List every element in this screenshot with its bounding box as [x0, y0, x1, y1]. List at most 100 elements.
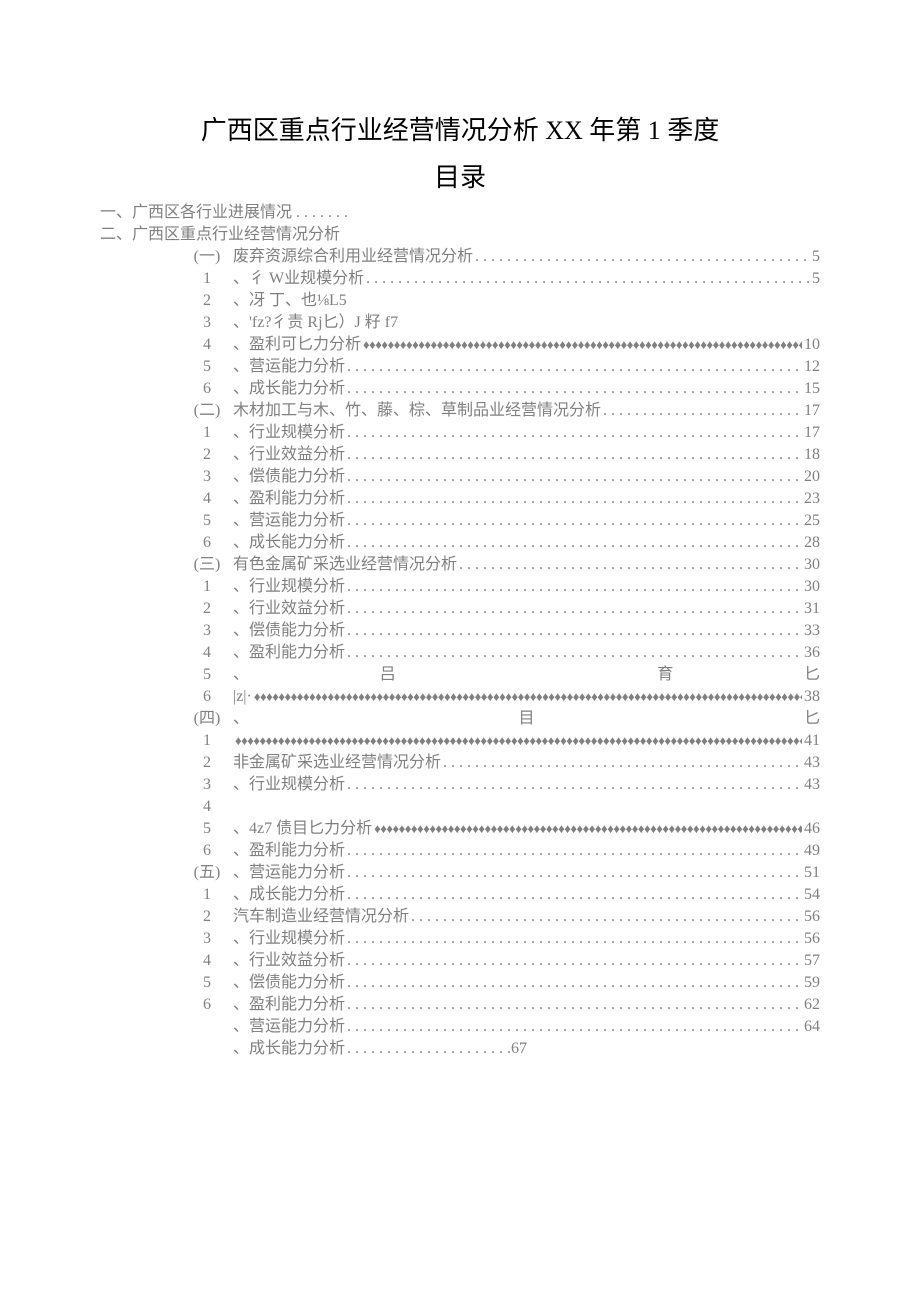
toc-row: (五)、营运能力分析. . . . . . . . . . . . . . . …: [100, 862, 820, 884]
toc-page-number: 56: [802, 928, 820, 950]
toc-entry-label: 行业规模分析: [249, 776, 345, 793]
toc-row: 3、'fz?彳责 Rj匕）J 籽 f7: [100, 312, 820, 334]
toc-entry-label: 营运能力分析: [249, 1018, 345, 1035]
toc-entry-prefix: 、: [233, 1040, 249, 1057]
toc-entry-text: 、4z7 债目匕力分析: [233, 818, 374, 840]
toc-leader-dots: . . . . . . . . . . . . . . . . . . . . …: [347, 620, 802, 642]
toc-entry-prefix: 、: [233, 974, 249, 991]
toc-entry-prefix: 、: [233, 930, 249, 947]
toc-entry-prefix: 、: [233, 842, 249, 859]
toc-entry-text: 、行业效益分析: [233, 598, 347, 620]
toc-marker: 2: [185, 290, 233, 312]
toc-leader-dots: . . . . . . . . . . . . . . . . . . . . …: [347, 884, 802, 906]
toc-entry-prefix: 、: [233, 358, 249, 375]
toc-entry-label: 营运能力分析: [249, 512, 345, 529]
toc-entry-text: 汽车制造业经营情况分析: [233, 906, 411, 928]
toc-marker: 4: [185, 950, 233, 972]
toc-marker: 6: [185, 994, 233, 1016]
toc-page-number: 12: [802, 356, 820, 378]
toc-spread-mid: 吕育: [249, 664, 804, 686]
toc-leader-dots: . . . . . . . . . . . . . . . . . . . . …: [347, 840, 802, 862]
toc-marker: (二): [185, 400, 233, 422]
toc-row: 6、盈利能力分析. . . . . . . . . . . . . . . . …: [100, 994, 820, 1016]
toc-entry-text: 、盈利能力分析: [233, 994, 347, 1016]
toc-page-number: 56: [802, 906, 820, 928]
toc-entry-prefix: 、: [233, 776, 249, 793]
toc-entry-prefix: 、: [233, 622, 249, 639]
toc-entry-label: 成长能力分析: [249, 380, 345, 397]
toc-entry-label: 行业规模分析: [249, 578, 345, 595]
toc-row: 5、营运能力分析. . . . . . . . . . . . . . . . …: [100, 510, 820, 532]
toc-leader-diamonds: ♦♦♦♦♦♦♦♦♦♦♦♦♦♦♦♦♦♦♦♦♦♦♦♦♦♦♦♦♦♦♦♦♦♦♦♦♦♦♦♦…: [363, 334, 802, 356]
toc-page-number: 43: [802, 752, 820, 774]
toc-entry-label: 行业效益分析: [249, 952, 345, 969]
toc-row: 6、成长能力分析. . . . . . . . . . . . . . . . …: [100, 378, 820, 400]
toc-entry-label: 行业效益分析: [249, 446, 345, 463]
toc-entry-prefix: 、: [233, 446, 249, 463]
toc-row: 6|z|·♦♦♦♦♦♦♦♦♦♦♦♦♦♦♦♦♦♦♦♦♦♦♦♦♦♦♦♦♦♦♦♦♦♦♦…: [100, 686, 820, 708]
heading-line-2: 二、广西区重点行业经营情况分析: [100, 224, 820, 246]
toc-entry-prefix: 、: [233, 644, 249, 661]
toc-row: 3、行业规模分析. . . . . . . . . . . . . . . . …: [100, 774, 820, 796]
table-of-contents: (一)废弃资源综合利用业经营情况分析. . . . . . . . . . . …: [100, 246, 820, 1060]
toc-marker: 1: [185, 576, 233, 598]
toc-leader-dots: . . . . . . . . . . . . . . . . . . . . …: [347, 1016, 802, 1038]
toc-page-number: 62: [802, 994, 820, 1016]
toc-marker: 5: [185, 972, 233, 994]
toc-marker: 3: [185, 620, 233, 642]
toc-row: 1、成长能力分析. . . . . . . . . . . . . . . . …: [100, 884, 820, 906]
toc-marker: (三): [185, 554, 233, 576]
toc-entry-text: 、盈利能力分析: [233, 642, 347, 664]
toc-entry-prefix: 、: [233, 600, 249, 617]
toc-entry-prefix: 、: [233, 314, 249, 331]
toc-row: 1♦♦♦♦♦♦♦♦♦♦♦♦♦♦♦♦♦♦♦♦♦♦♦♦♦♦♦♦♦♦♦♦♦♦♦♦♦♦♦…: [100, 730, 820, 752]
heading-lines: 一、广西区各行业进展情况 . . . . . . . 二、广西区重点行业经营情况…: [100, 202, 820, 246]
toc-leader-dots: . . . . . . . . . . . . . . . . . . . . …: [366, 268, 810, 290]
toc-marker: 3: [185, 466, 233, 488]
toc-page-number: 10: [802, 334, 820, 356]
toc-entry-text: 、'fz?彳责 Rj匕）J 籽 f7: [233, 312, 400, 334]
toc-leader-dots: . . . . . . . . . . . . . . . . . . . . …: [347, 576, 802, 598]
toc-marker: 2: [185, 752, 233, 774]
toc-row: 2、冴 丁、也⅛L5: [100, 290, 820, 312]
toc-entry-text: 、偿债能力分析: [233, 466, 347, 488]
toc-entry-label: 营运能力分析: [249, 358, 345, 375]
toc-marker: (五): [185, 862, 233, 884]
toc-page-number: 64: [802, 1016, 820, 1038]
toc-row: 6、盈利能力分析. . . . . . . . . . . . . . . . …: [100, 840, 820, 862]
toc-entry-prefix: 、: [233, 820, 249, 837]
toc-row: (四)、目匕: [100, 708, 820, 730]
toc-page-number: 5: [810, 246, 820, 268]
toc-entry-prefix: 、: [233, 424, 249, 441]
toc-entry-text: 、成长能力分析: [233, 884, 347, 906]
toc-entry-text: 、盈利可匕力分析: [233, 334, 363, 356]
toc-leader-dots: . . . . . . . . . . . . . . . . . . . . …: [347, 378, 802, 400]
toc-leader-dots: . . . . . . . . . . . . . . . . . . . . …: [347, 642, 802, 664]
toc-entry-text: 、营运能力分析: [233, 356, 347, 378]
toc-entry-label: 行业效益分析: [249, 600, 345, 617]
toc-row: (一)废弃资源综合利用业经营情况分析. . . . . . . . . . . …: [100, 246, 820, 268]
toc-marker: 4: [185, 796, 233, 818]
toc-leader-dots: . . . . . . . . . . . . . . . . . . . . …: [475, 246, 810, 268]
toc-entry-label: 盈利能力分析: [249, 644, 345, 661]
toc-entry-text: 、盈利能力分析: [233, 488, 347, 510]
toc-marker: 6: [185, 686, 233, 708]
toc-entry-label: 偿债能力分析: [249, 974, 345, 991]
toc-row: 4、盈利能力分析. . . . . . . . . . . . . . . . …: [100, 488, 820, 510]
toc-page-number: 25: [802, 510, 820, 532]
toc-marker: 3: [185, 928, 233, 950]
toc-leader-dots: . . . . . . . . . . . . . . . . . . . . …: [443, 752, 802, 774]
toc-spread-mid: 目: [249, 708, 804, 730]
toc-marker: 4: [185, 642, 233, 664]
toc-entry-label: 行业规模分析: [249, 424, 345, 441]
toc-leader-dots: . . . . . . . . . . . . . . . . . . . . …: [347, 510, 802, 532]
toc-leader-dots: . . . . . . . . . . . . . . . . . . . . …: [347, 532, 802, 554]
toc-row: (三)有色金属矿采选业经营情况分析. . . . . . . . . . . .…: [100, 554, 820, 576]
toc-entry-text: 有色金属矿采选业经营情况分析: [233, 554, 459, 576]
toc-leader-dots: . . . . . . . . . . . . . . . . . . . . …: [347, 994, 802, 1016]
toc-marker: 6: [185, 378, 233, 400]
toc-entry-label: 盈利可匕力分析: [249, 336, 361, 353]
toc-marker: 6: [185, 840, 233, 862]
toc-leader-dots: . . . . . . . . . . . . . . . . . . . . …: [347, 422, 802, 444]
document-title: 广西区重点行业经营情况分析 XX 年第 1 季度: [100, 110, 820, 147]
